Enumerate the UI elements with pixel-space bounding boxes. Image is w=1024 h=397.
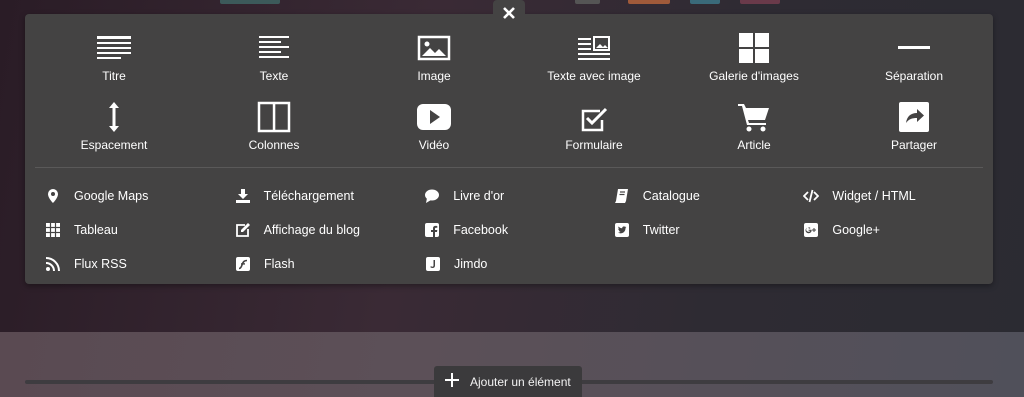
big-item-label: Texte avec image <box>547 69 641 83</box>
map-pin-icon <box>45 188 61 204</box>
jimdo-icon <box>425 256 441 272</box>
add-spacing-button[interactable]: Espacement <box>35 101 193 165</box>
add-columns-button[interactable]: Colonnes <box>195 101 353 165</box>
big-item-label: Titre <box>102 69 126 83</box>
edit-icon <box>235 222 251 238</box>
big-item-label: Texte <box>259 69 289 83</box>
add-separator-button[interactable]: Séparation <box>835 32 993 96</box>
small-item-label: Catalogue <box>642 189 700 203</box>
small-item-label: Twitter <box>642 223 680 237</box>
facebook-icon <box>424 222 440 238</box>
add-table-button[interactable]: Tableau <box>45 222 235 238</box>
add-catalogue-button[interactable]: Catalogue <box>614 188 804 204</box>
add-google-maps-button[interactable]: Google Maps <box>45 188 235 204</box>
columns-icon <box>256 101 292 133</box>
flash-icon <box>235 256 251 272</box>
download-icon <box>235 188 251 204</box>
text-icon <box>256 32 292 64</box>
video-icon <box>416 101 452 133</box>
spacing-icon <box>96 101 132 133</box>
title-icon <box>96 32 132 64</box>
add-video-button[interactable]: Vidéo <box>355 101 513 165</box>
small-item-label: Google+ <box>832 223 880 237</box>
book-icon <box>614 188 630 204</box>
big-items-row-2: Espacement Colonnes Vidéo Formulaire Art… <box>25 101 993 165</box>
separator-icon <box>896 32 932 64</box>
twitter-icon <box>614 222 630 238</box>
big-item-label: Galerie d'images <box>709 69 799 83</box>
image-icon <box>416 32 452 64</box>
form-icon <box>576 101 612 133</box>
add-title-button[interactable]: Titre <box>35 32 193 96</box>
small-item-label: Google Maps <box>74 189 149 203</box>
element-picker-panel: Titre Texte Image Texte avec image Galer… <box>25 14 993 284</box>
big-items-row-1: Titre Texte Image Texte avec image Galer… <box>25 32 993 96</box>
small-items-row: Tableau Affichage du blog Facebook Twitt… <box>45 213 993 247</box>
thumbnail <box>740 0 780 4</box>
add-image-button[interactable]: Image <box>355 32 513 96</box>
big-item-label: Séparation <box>884 69 944 83</box>
small-items-row: Flux RSS Flash Jimdo <box>45 247 993 281</box>
add-guestbook-button[interactable]: Livre d'or <box>424 188 614 204</box>
thumbnail <box>575 0 600 4</box>
small-items-row: Google Maps Téléchargement Livre d'or Ca… <box>45 179 993 213</box>
add-google-plus-button[interactable]: Google+ <box>803 222 993 238</box>
speech-bubble-icon <box>424 188 440 204</box>
add-element-label: Ajouter un élément <box>470 374 571 389</box>
add-share-button[interactable]: Partager <box>835 101 993 165</box>
add-text-with-image-button[interactable]: Texte avec image <box>515 32 673 96</box>
small-item-label: Livre d'or <box>453 189 505 203</box>
code-icon <box>803 188 820 204</box>
small-item-label: Affichage du blog <box>263 223 360 237</box>
small-item-label: Téléchargement <box>263 189 354 203</box>
thumbnail <box>220 0 280 4</box>
small-item-label: Facebook <box>453 223 509 237</box>
section-divider <box>35 167 983 168</box>
share-icon <box>896 101 932 133</box>
gallery-icon <box>736 32 772 64</box>
add-gallery-button[interactable]: Galerie d'images <box>675 32 833 96</box>
big-item-label: Formulaire <box>565 138 623 152</box>
text-with-image-icon <box>576 32 612 64</box>
add-widget-html-button[interactable]: Widget / HTML <box>803 188 993 204</box>
thumbnail <box>690 0 720 4</box>
rss-icon <box>45 256 61 272</box>
add-flash-button[interactable]: Flash <box>235 256 425 272</box>
google-plus-icon <box>803 222 819 238</box>
small-item-label: Widget / HTML <box>832 189 916 203</box>
close-panel-button[interactable] <box>493 0 525 30</box>
add-facebook-button[interactable]: Facebook <box>424 222 614 238</box>
small-item-label: Tableau <box>74 223 118 237</box>
small-item-label: Flux RSS <box>74 257 127 271</box>
add-text-button[interactable]: Texte <box>195 32 353 96</box>
add-article-button[interactable]: Article <box>675 101 833 165</box>
add-twitter-button[interactable]: Twitter <box>614 222 804 238</box>
table-icon <box>45 222 61 238</box>
small-item-label: Flash <box>264 257 295 271</box>
big-item-label: Partager <box>890 138 938 152</box>
add-jimdo-button[interactable]: Jimdo <box>425 256 615 272</box>
small-items-grid: Google Maps Téléchargement Livre d'or Ca… <box>45 179 993 281</box>
small-item-label: Jimdo <box>454 257 488 271</box>
big-item-label: Article <box>737 138 771 152</box>
add-download-button[interactable]: Téléchargement <box>235 188 425 204</box>
add-element-button[interactable]: Ajouter un élément <box>434 366 582 397</box>
add-rss-button[interactable]: Flux RSS <box>45 256 235 272</box>
plus-icon <box>444 372 460 391</box>
thumbnail <box>628 0 670 4</box>
big-item-label: Vidéo <box>418 138 450 152</box>
add-blog-display-button[interactable]: Affichage du blog <box>235 222 425 238</box>
close-icon <box>502 6 516 25</box>
big-item-label: Image <box>417 69 451 83</box>
big-item-label: Colonnes <box>248 138 300 152</box>
cart-icon <box>736 101 772 133</box>
big-item-label: Espacement <box>80 138 148 152</box>
add-form-button[interactable]: Formulaire <box>515 101 673 165</box>
